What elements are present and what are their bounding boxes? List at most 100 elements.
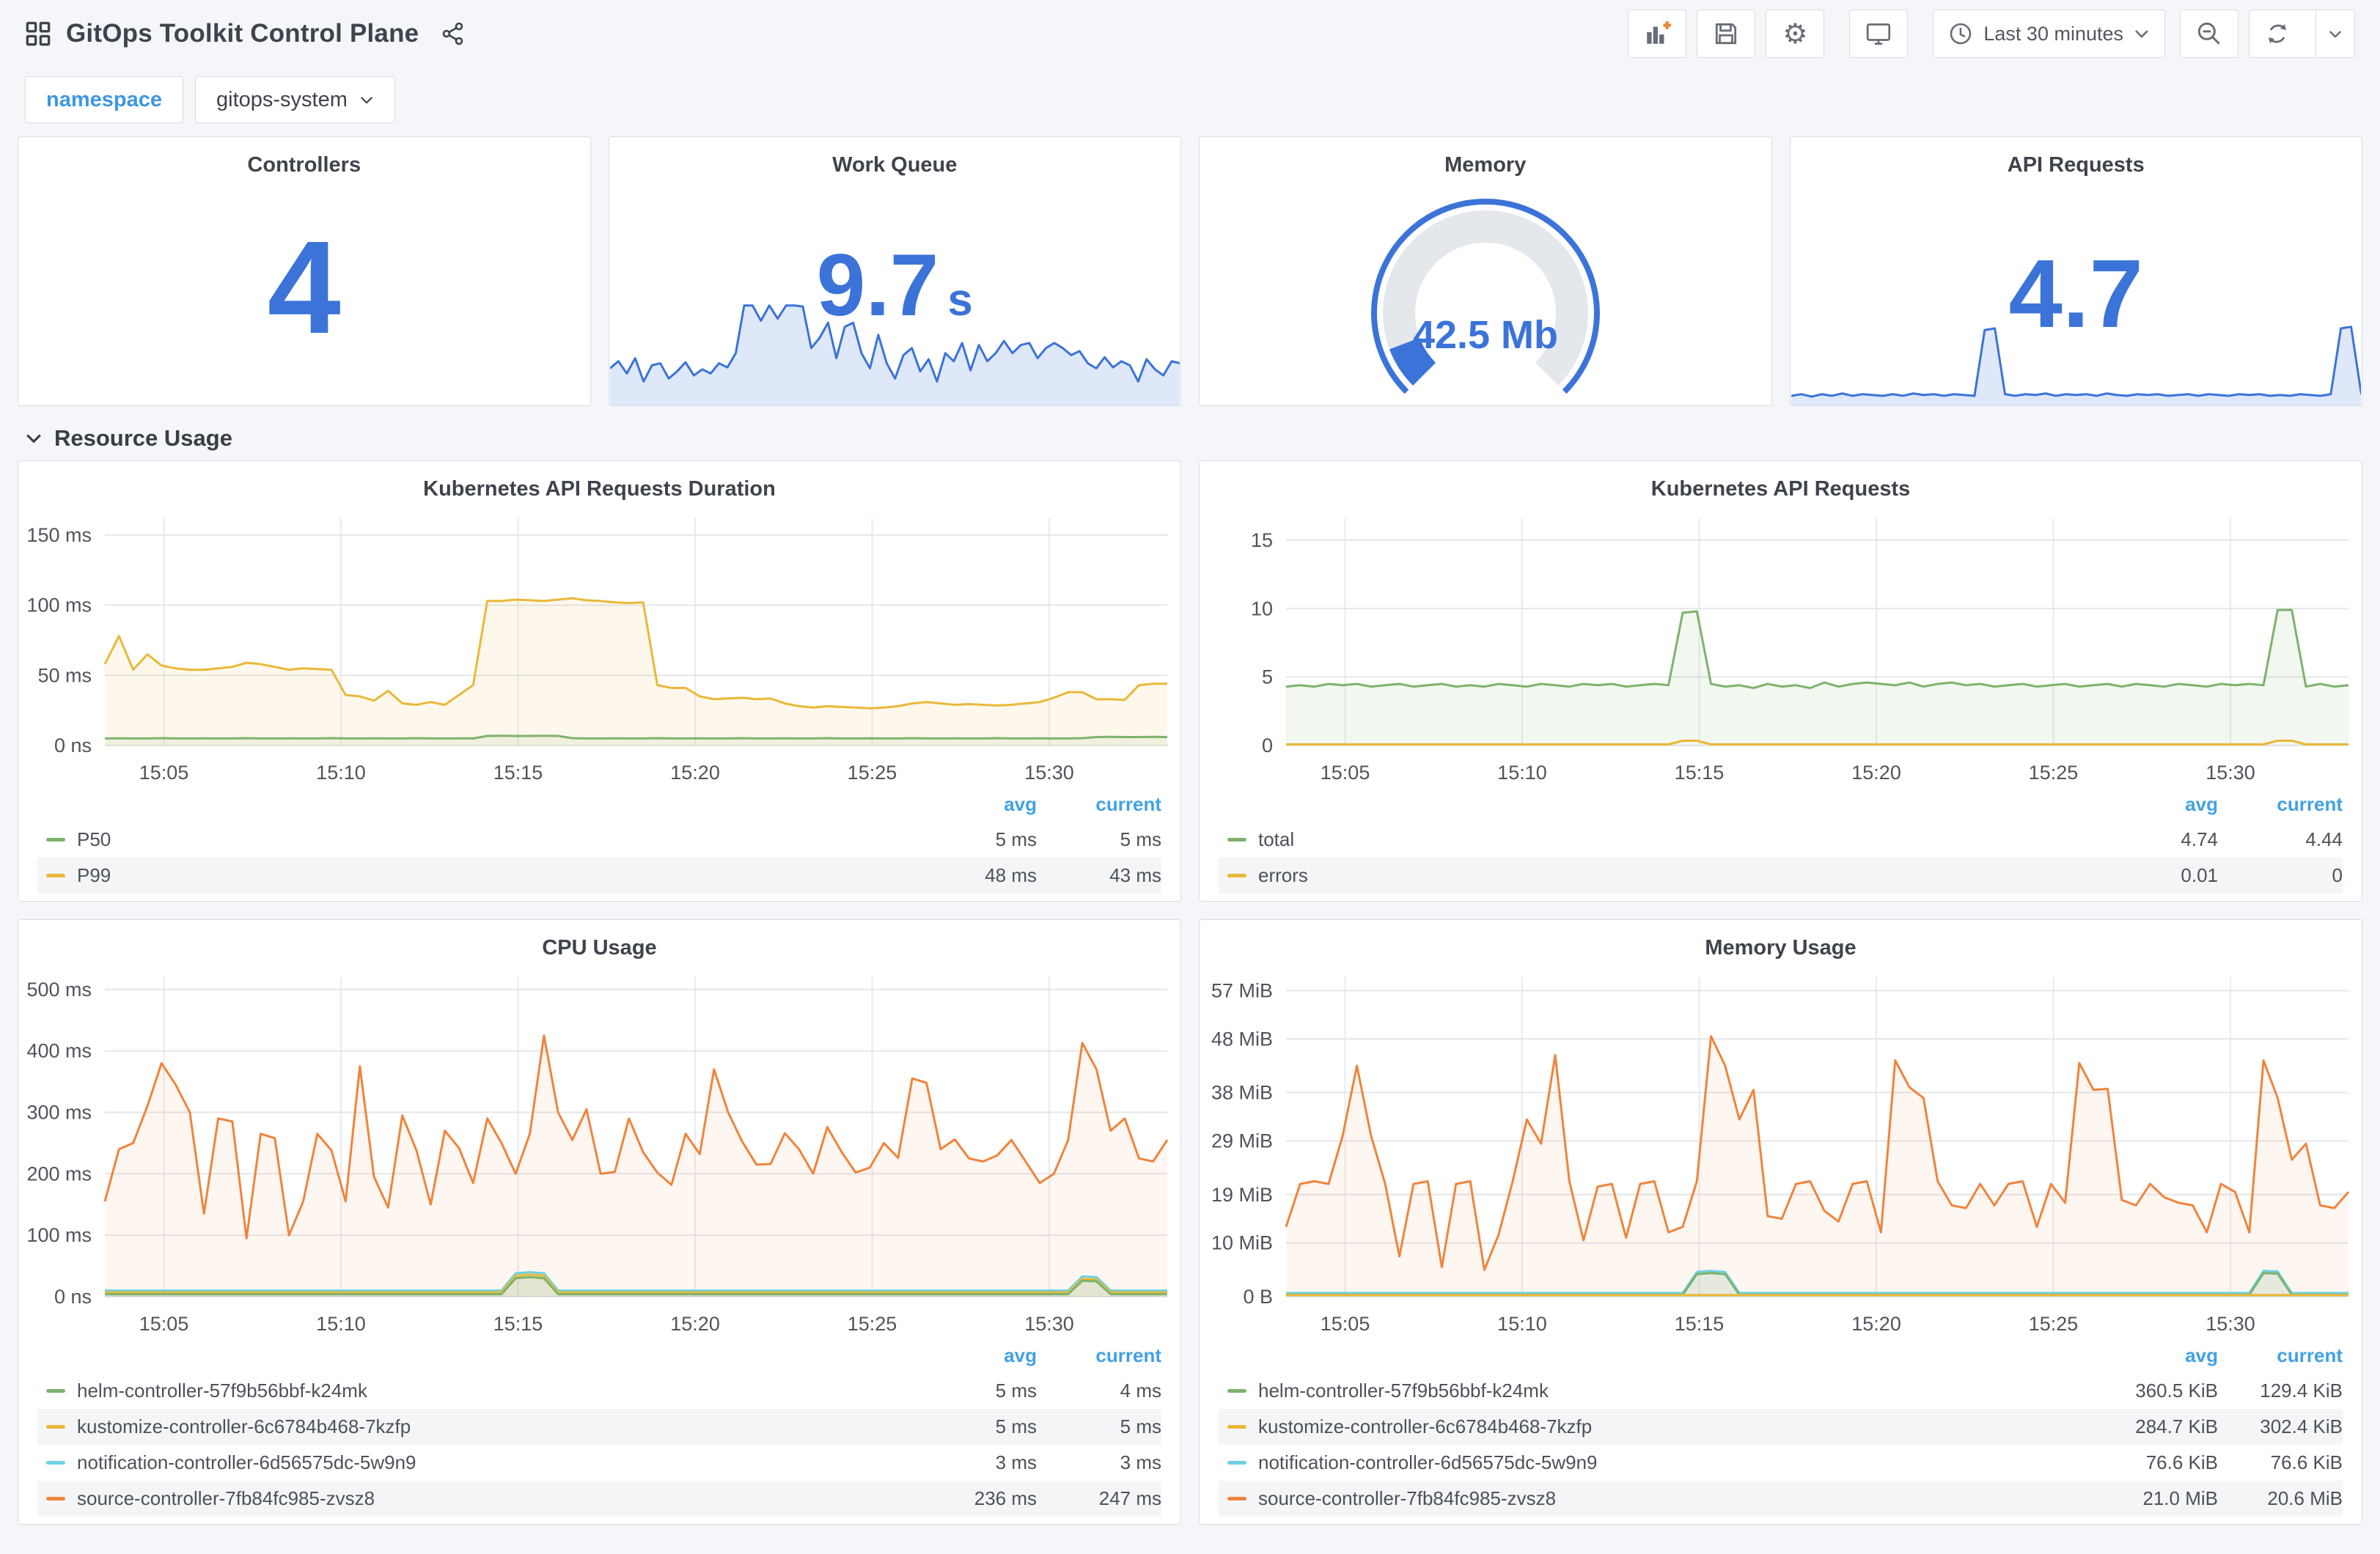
panel-title[interactable]: API Requests	[1790, 137, 2362, 183]
legend-column-avg[interactable]: avg	[919, 793, 1037, 816]
variables-row: namespace gitops-system	[25, 76, 2355, 123]
legend-item[interactable]: kustomize-controller-6c6784b468-7kzfp 284…	[1219, 1409, 2343, 1445]
refresh-interval-dropdown[interactable]	[2315, 10, 2354, 57]
series-current-value: 43 ms	[1109, 864, 1161, 886]
legend-item[interactable]: notification-controller-6d56575dc-5w9n9 3…	[37, 1445, 1161, 1481]
series-color-swatch	[46, 874, 65, 877]
legend-item[interactable]: helm-controller-57f9b56bbf-k24mk 360.5 Ki…	[1219, 1373, 2343, 1409]
series-current-value: 247 ms	[1098, 1487, 1161, 1509]
svg-text:15:05: 15:05	[139, 1313, 189, 1335]
svg-text:15:25: 15:25	[848, 1313, 897, 1335]
svg-text:29 MiB: 29 MiB	[1211, 1130, 1273, 1152]
settings-button[interactable]: ⚙︎	[1766, 10, 1825, 58]
clock-icon	[1950, 23, 1972, 45]
panel-title[interactable]: Kubernetes API Requests	[1200, 461, 2362, 507]
namespace-select[interactable]: gitops-system	[195, 76, 395, 123]
legend-column-avg[interactable]: avg	[919, 1344, 1037, 1367]
panel-title[interactable]: Kubernetes API Requests Duration	[18, 461, 1180, 507]
legend-column-avg[interactable]: avg	[2101, 1344, 2218, 1367]
svg-text:15:10: 15:10	[1497, 1313, 1547, 1335]
svg-text:50 ms: 50 ms	[37, 664, 92, 686]
legend-item[interactable]: source-controller-7fb84fc985-zvsz8 236 ms…	[37, 1481, 1161, 1517]
legend: avg current P50 5 ms 5 ms P99 48 ms 43 ms	[18, 787, 1180, 901]
svg-text:15:10: 15:10	[1497, 762, 1547, 784]
svg-text:15:05: 15:05	[139, 762, 189, 784]
series-current-value: 5 ms	[1120, 1415, 1161, 1437]
series-color-swatch	[1227, 874, 1246, 877]
svg-text:100 ms: 100 ms	[26, 1224, 92, 1246]
panel-title[interactable]: CPU Usage	[18, 920, 1180, 965]
share-icon[interactable]	[441, 21, 466, 46]
legend-item[interactable]: kustomize-controller-6c6784b468-7kzfp 5 m…	[37, 1409, 1161, 1445]
svg-text:150 ms: 150 ms	[26, 524, 92, 546]
svg-text:15:10: 15:10	[316, 762, 366, 784]
panel-k8s-api-requests-duration: Kubernetes API Requests Duration 15:05 15…	[18, 460, 1181, 902]
legend-column-current[interactable]: current	[1037, 1344, 1161, 1367]
series-name: notification-controller-6d56575dc-5w9n9	[1258, 1451, 1598, 1473]
legend-item[interactable]: errors 0.01 0	[1219, 858, 2343, 894]
work-queue-unit: s	[947, 275, 973, 325]
series-color-swatch	[1227, 838, 1246, 842]
svg-text:100 ms: 100 ms	[26, 594, 92, 616]
panel-title[interactable]: Memory Usage	[1200, 920, 2362, 965]
series-name: total	[1258, 828, 1295, 850]
legend-column-current[interactable]: current	[2218, 793, 2343, 816]
series-current-value: 20.6 MiB	[2267, 1487, 2343, 1509]
svg-text:15:05: 15:05	[1321, 1313, 1370, 1335]
panel-title[interactable]: Controllers	[18, 137, 590, 183]
dashboard-header: GitOps Toolkit Control Plane ⚙︎ Last 30 …	[0, 0, 2380, 67]
cycle-view-button[interactable]	[1849, 10, 1909, 58]
cpu-usage-chart[interactable]: 15:05 15:10 15:15 15:20 15:25 15:30 500 ms 400 …	[18, 965, 1180, 1338]
svg-text:42.5 Mb: 42.5 Mb	[1413, 313, 1558, 357]
series-avg-value: 5 ms	[995, 828, 1037, 850]
gear-icon: ⚙︎	[1782, 18, 1808, 50]
legend-column-current[interactable]: current	[2218, 1344, 2343, 1367]
series-current-value: 0	[2332, 864, 2343, 886]
panel-title[interactable]: Memory	[1200, 137, 1771, 183]
variable-label-namespace[interactable]: namespace	[25, 76, 183, 123]
k8s-api-requests-chart[interactable]: 15:05 15:10 15:15 15:20 15:25 15:30 15 10 5 0	[1200, 507, 2362, 787]
add-panel-button[interactable]	[1628, 10, 1687, 58]
series-avg-value: 0.01	[2181, 864, 2218, 886]
series-color-swatch	[1227, 1461, 1246, 1465]
svg-text:300 ms: 300 ms	[26, 1101, 92, 1123]
panel-cpu-usage: CPU Usage 15:05 15:10 15:15 15:20 15:25 15:30…	[18, 919, 1181, 1525]
k8s-api-requests-duration-chart[interactable]: 15:05 15:10 15:15 15:20 15:25 15:30 150 ms 100 …	[18, 507, 1180, 787]
panel-title[interactable]: Work Queue	[609, 137, 1181, 183]
legend-item[interactable]: total 4.74 4.44	[1219, 822, 2343, 858]
add-panel-icon	[1647, 21, 1672, 44]
zoom-out-icon	[2197, 22, 2220, 45]
series-name: P50	[77, 828, 111, 850]
legend-item[interactable]: P50 5 ms 5 ms	[37, 822, 1161, 858]
series-avg-value: 360.5 KiB	[2135, 1380, 2218, 1402]
time-range-label: Last 30 minutes	[1983, 22, 2123, 45]
legend-item[interactable]: notification-controller-6d56575dc-5w9n9 7…	[1219, 1445, 2343, 1481]
series-color-swatch	[46, 1461, 65, 1465]
svg-text:15:10: 15:10	[316, 1313, 366, 1335]
svg-text:15:20: 15:20	[1851, 762, 1901, 784]
panel-controllers: Controllers 4	[18, 136, 591, 406]
monitor-icon	[1867, 23, 1891, 45]
legend-item[interactable]: source-controller-7fb84fc985-zvsz8 21.0 M…	[1219, 1481, 2343, 1517]
section-resource-usage[interactable]: Resource Usage	[25, 425, 2355, 452]
panel-api-requests: API Requests 4.7	[1789, 136, 2362, 406]
legend-column-avg[interactable]: avg	[2101, 793, 2218, 816]
panel-memory-usage: Memory Usage 15:05 15:10 15:15 15:20 15:25 15…	[1199, 919, 2362, 1525]
svg-text:15:25: 15:25	[2029, 1313, 2079, 1335]
memory-usage-chart[interactable]: 15:05 15:10 15:15 15:20 15:25 15:30 57 MiB 48 M…	[1200, 965, 2362, 1338]
legend-item[interactable]: P99 48 ms 43 ms	[37, 858, 1161, 894]
series-color-swatch	[1227, 1389, 1246, 1393]
series-name: source-controller-7fb84fc985-zvsz8	[1258, 1487, 1557, 1509]
save-dashboard-button[interactable]	[1697, 10, 1756, 58]
svg-text:15:30: 15:30	[1024, 1313, 1074, 1335]
namespace-value: gitops-system	[216, 87, 348, 111]
refresh-button-group	[2249, 10, 2355, 58]
time-range-picker[interactable]: Last 30 minutes	[1933, 10, 2165, 58]
refresh-button[interactable]	[2249, 10, 2305, 57]
svg-text:15:20: 15:20	[670, 762, 720, 784]
legend-item[interactable]: helm-controller-57f9b56bbf-k24mk 5 ms 4 ms	[37, 1373, 1161, 1409]
series-name: notification-controller-6d56575dc-5w9n9	[77, 1451, 416, 1473]
legend-column-current[interactable]: current	[1037, 793, 1161, 816]
svg-text:15:30: 15:30	[1024, 762, 1074, 784]
zoom-out-button[interactable]	[2180, 10, 2238, 58]
